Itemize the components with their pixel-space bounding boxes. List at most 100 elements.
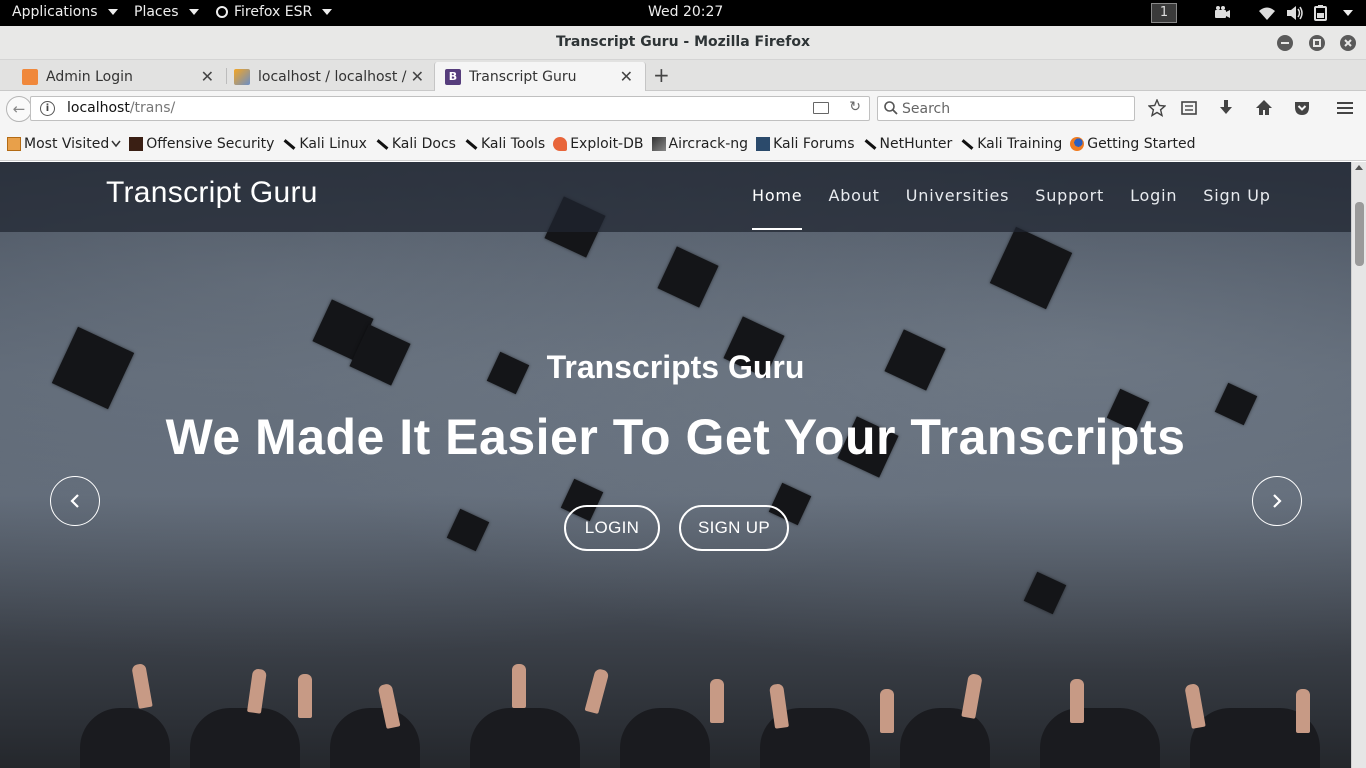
bookmark-label: Exploit-DB <box>570 135 644 152</box>
bookmark-aircrack-ng[interactable]: Aircrack-ng <box>651 135 749 152</box>
kali-icon <box>960 137 974 151</box>
site-navbar: Transcript Guru Home About Universities … <box>0 162 1351 232</box>
hero-signup-button[interactable]: SIGN UP <box>679 505 789 551</box>
bookmark-getting-started[interactable]: Getting Started <box>1070 136 1195 152</box>
applications-menu[interactable]: Applications <box>12 4 118 20</box>
url-host: localhost <box>67 100 130 116</box>
hero-login-button[interactable]: LOGIN <box>564 505 660 551</box>
bookmark-label: NetHunter <box>879 135 953 152</box>
xampp-favicon-icon <box>22 68 38 85</box>
bookmarks-toolbar: Most Visited Offensive Security Kali Lin… <box>0 127 1366 161</box>
bookmark-label: Getting Started <box>1087 135 1196 152</box>
bookmark-label: Offensive Security <box>146 135 275 152</box>
clock-label: Wed 20:27 <box>648 4 724 20</box>
bookmark-most-visited[interactable]: Most Visited <box>7 136 121 152</box>
clock[interactable]: Wed 20:27 <box>648 4 723 20</box>
maximize-button[interactable] <box>1309 35 1325 51</box>
menu-item-support[interactable]: Support <box>1035 162 1104 232</box>
battery-icon[interactable] <box>1313 5 1329 21</box>
bookmark-kali-forums[interactable]: Kali Forums <box>756 135 855 152</box>
menu-item-universities[interactable]: Universities <box>906 162 1009 232</box>
most-visited-icon <box>7 136 21 151</box>
aircrack-icon <box>651 136 666 151</box>
phpmyadmin-favicon-icon <box>234 68 250 85</box>
graduation-cap <box>657 246 719 308</box>
tab-phpmyadmin[interactable]: localhost / localhost /... ✕ <box>212 62 436 91</box>
bookmark-label: Kali Forums <box>773 135 855 152</box>
firefox-small-icon <box>216 6 228 18</box>
carousel-prev-button[interactable] <box>50 476 100 526</box>
workspace-indicator[interactable]: 1 <box>1151 3 1177 23</box>
graduation-cap <box>1023 571 1067 615</box>
scrollbar-thumb[interactable] <box>1355 202 1364 266</box>
bookmark-nethunter[interactable]: NetHunter <box>863 136 953 152</box>
volume-icon[interactable] <box>1286 5 1304 21</box>
menu-item-login[interactable]: Login <box>1130 162 1177 232</box>
graduation-cap <box>989 226 1073 310</box>
chevron-right-icon <box>1273 494 1282 508</box>
site-menu: Home About Universities Support Login Si… <box>752 162 1297 232</box>
site-brand-logo[interactable]: Transcript Guru <box>106 176 318 210</box>
reload-icon[interactable]: ↻ <box>849 99 861 115</box>
chevron-down-icon <box>188 9 199 15</box>
new-tab-button[interactable]: + <box>653 63 670 87</box>
hamburger-menu-icon[interactable] <box>1336 99 1354 117</box>
tab-label: Transcript Guru <box>469 69 577 85</box>
tab-admin-login[interactable]: Admin Login ✕ <box>0 62 226 91</box>
chevron-down-icon <box>322 9 333 15</box>
menu-item-sign-up[interactable]: Sign Up <box>1203 162 1270 232</box>
tab-transcript-guru[interactable]: B Transcript Guru ✕ <box>434 62 646 92</box>
menu-item-home[interactable]: Home <box>752 162 803 232</box>
close-window-button[interactable] <box>1340 35 1356 51</box>
bookmark-kali-docs[interactable]: Kali Docs <box>375 136 456 152</box>
graduates-crowd <box>0 618 1351 768</box>
back-button[interactable]: ← <box>6 96 32 122</box>
graduation-cap <box>446 508 490 552</box>
bookmark-exploit-db[interactable]: Exploit-DB <box>553 135 644 152</box>
bookmark-kali-tools[interactable]: Kali Tools <box>464 136 545 152</box>
tab-strip: Admin Login ✕ localhost / localhost /...… <box>0 60 1366 92</box>
carousel-next-button[interactable] <box>1252 476 1302 526</box>
tab-label: Admin Login <box>46 68 133 85</box>
applications-label: Applications <box>12 4 98 20</box>
hero-title: We Made It Easier To Get Your Transcript… <box>165 409 1186 465</box>
bookmark-star-icon[interactable] <box>1148 99 1166 117</box>
kali-icon <box>375 137 389 151</box>
reader-view-icon[interactable] <box>813 102 829 114</box>
system-menu-chevron-icon[interactable] <box>1343 10 1353 16</box>
wifi-icon[interactable] <box>1258 5 1276 21</box>
close-tab-icon[interactable]: ✕ <box>620 67 633 86</box>
exploit-db-icon <box>553 136 568 151</box>
offensive-security-icon <box>129 136 144 151</box>
search-bar[interactable] <box>877 96 1135 121</box>
bookmark-label: Kali Training <box>977 135 1063 152</box>
bootstrap-favicon-icon: B <box>445 69 461 85</box>
site-info-icon[interactable]: i <box>40 101 55 116</box>
firefox-app-menu[interactable]: Firefox ESR <box>216 4 333 20</box>
downloads-icon[interactable] <box>1217 99 1235 117</box>
url-text[interactable]: localhost/trans/ <box>67 100 175 116</box>
url-path: /trans/ <box>129 100 176 116</box>
kali-icon <box>464 137 478 151</box>
web-page: Transcript Guru Home About Universities … <box>0 162 1351 768</box>
url-bar[interactable]: i localhost/trans/ ↻ <box>30 96 870 121</box>
close-tab-icon[interactable]: ✕ <box>411 67 424 86</box>
bookmark-kali-linux[interactable]: Kali Linux <box>282 136 366 152</box>
menu-item-about[interactable]: About <box>828 162 879 232</box>
places-menu[interactable]: Places <box>134 4 199 20</box>
bookmark-kali-training[interactable]: Kali Training <box>960 136 1062 152</box>
kali-icon <box>282 137 296 151</box>
video-camera-icon[interactable] <box>1213 5 1231 21</box>
scroll-up-arrow-icon[interactable] <box>1355 165 1363 170</box>
minimize-button[interactable] <box>1277 35 1293 51</box>
kali-icon <box>863 137 877 151</box>
bookmark-offensive-security[interactable]: Offensive Security <box>129 136 274 152</box>
home-icon[interactable] <box>1255 99 1273 117</box>
bookmarks-menu-icon[interactable] <box>1180 99 1198 117</box>
bookmark-label: Aircrack-ng <box>668 135 749 152</box>
window-title: Transcript Guru - Mozilla Firefox <box>555 34 811 50</box>
search-input[interactable] <box>902 99 1122 118</box>
page-scrollbar[interactable] <box>1351 162 1366 768</box>
hero-subtitle: Transcripts Guru <box>546 349 805 385</box>
pocket-icon[interactable] <box>1293 99 1311 117</box>
